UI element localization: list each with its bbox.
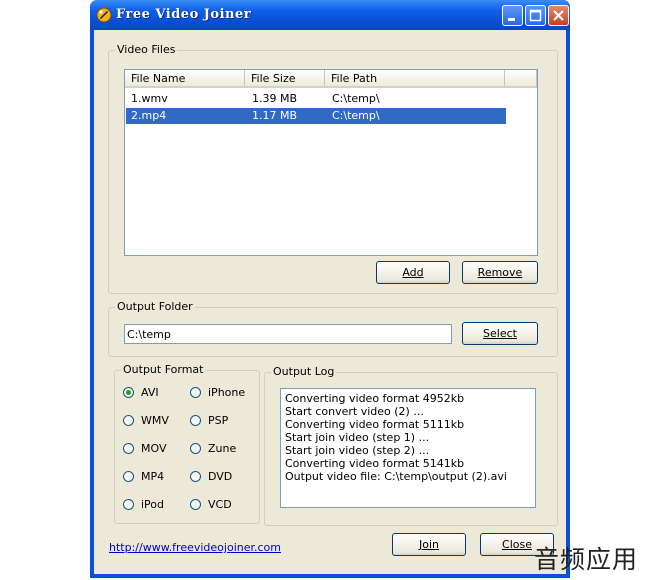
log-line: Converting video format 5111kb	[285, 418, 465, 431]
client-area: Video Files File Name File Size File Pat…	[94, 30, 566, 574]
format-vcd-radio[interactable]: VCD	[190, 498, 270, 512]
output-format-label: Output Format	[121, 363, 206, 376]
radio-indicator	[190, 499, 201, 510]
close-window-button[interactable]	[548, 5, 569, 26]
remove-button[interactable]: Remove	[462, 261, 538, 284]
format-psp-radio[interactable]: PSP	[190, 414, 270, 428]
output-log-box[interactable]: Converting video format 4952kb Start con…	[280, 388, 536, 508]
watermark-text: 音频应用	[534, 545, 639, 574]
log-line: Output video file: C:\temp\output (2).av…	[285, 470, 507, 483]
radio-indicator	[123, 387, 134, 398]
add-button[interactable]: Add	[376, 261, 450, 284]
output-log-label: Output Log	[271, 365, 337, 378]
list-header: File Name File Size File Path	[125, 70, 537, 88]
file-path-cell: C:\temp\	[332, 92, 380, 105]
radio-indicator	[190, 415, 201, 426]
radio-indicator	[190, 471, 201, 482]
format-iphone-radio[interactable]: iPhone	[190, 386, 270, 400]
column-header-file-name[interactable]: File Name	[125, 70, 245, 88]
column-header-file-path[interactable]: File Path	[325, 70, 505, 88]
log-line: Converting video format 5141kb	[285, 457, 465, 470]
maximize-icon	[529, 9, 542, 22]
file-size-cell: 1.39 MB	[252, 92, 298, 105]
video-files-list[interactable]: File Name File Size File Path 1.wmv 1.39…	[124, 69, 538, 256]
file-name-cell: 1.wmv	[131, 92, 168, 105]
radio-indicator	[123, 443, 134, 454]
table-row-selected[interactable]: 2.mp4 1.17 MB C:\temp\	[126, 108, 506, 124]
file-path-cell: C:\temp\	[332, 109, 380, 122]
log-line: Converting video format 4952kb	[285, 392, 465, 405]
log-line: Start convert video (2) ...	[285, 405, 424, 418]
app-logo-icon	[96, 7, 112, 23]
file-name-cell: 2.mp4	[131, 109, 167, 122]
log-line: Start join video (step 2) ...	[285, 444, 430, 457]
title-bar[interactable]: Free Video Joiner	[90, 0, 570, 30]
minimize-icon	[508, 18, 515, 21]
file-size-cell: 1.17 MB	[252, 109, 298, 122]
output-folder-label: Output Folder	[115, 300, 195, 313]
table-row[interactable]: 1.wmv 1.39 MB C:\temp\	[126, 91, 506, 107]
app-window: Free Video Joiner Video Files File Name …	[90, 0, 570, 578]
radio-indicator	[190, 443, 201, 454]
radio-indicator	[123, 471, 134, 482]
maximize-button[interactable]	[525, 5, 546, 26]
video-files-label: Video Files	[115, 43, 178, 56]
log-line: Start join video (step 1) ...	[285, 431, 430, 444]
radio-indicator	[123, 499, 134, 510]
radio-indicator	[123, 415, 134, 426]
website-link[interactable]: http://www.freevideojoiner.com	[109, 541, 281, 554]
minimize-button[interactable]	[502, 5, 523, 26]
close-icon	[553, 10, 564, 21]
format-zune-radio[interactable]: Zune	[190, 442, 270, 456]
column-header-filler	[505, 70, 537, 88]
window-title: Free Video Joiner	[116, 7, 252, 22]
radio-indicator	[190, 387, 201, 398]
column-header-file-size[interactable]: File Size	[245, 70, 325, 88]
join-button[interactable]: Join	[392, 533, 466, 556]
output-folder-input[interactable]: C:\temp	[124, 324, 452, 344]
select-folder-button[interactable]: Select	[462, 322, 538, 345]
format-dvd-radio[interactable]: DVD	[190, 470, 270, 484]
